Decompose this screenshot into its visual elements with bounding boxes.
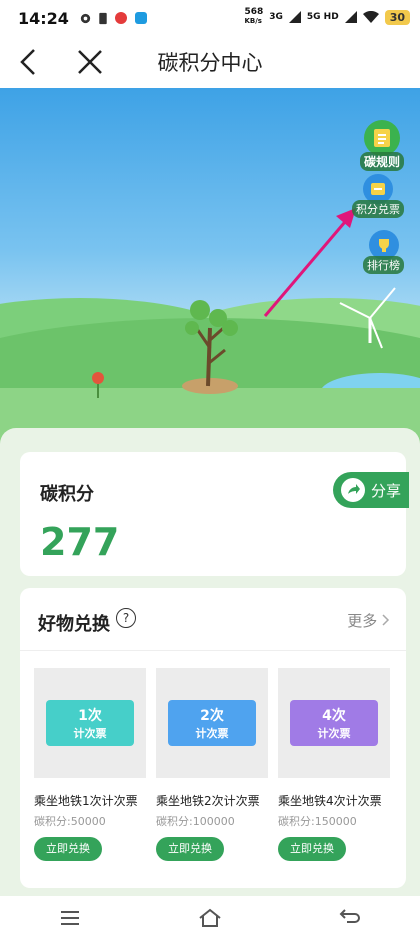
- system-nav-bar: [0, 896, 420, 940]
- home-button[interactable]: [190, 902, 230, 934]
- goods-points: 碳积分:50000: [34, 815, 106, 828]
- status-icons: [79, 11, 148, 25]
- close-button[interactable]: [66, 38, 114, 86]
- chevron-right-icon: [382, 614, 390, 626]
- goods-thumbnail: 1次 计次票: [34, 668, 146, 778]
- exchange-label: 积分兑票: [352, 200, 404, 218]
- back-icon: [20, 49, 35, 75]
- goods-points: 碳积分:100000: [156, 815, 235, 828]
- ranking-icon: [378, 239, 389, 252]
- exchange-icon: [371, 183, 385, 195]
- landscape-illustration: [0, 208, 420, 448]
- net-speed-unit: KB/s: [244, 17, 262, 25]
- rules-icon: [373, 129, 390, 147]
- home-icon: [199, 908, 221, 927]
- points-title: 碳积分: [40, 484, 94, 505]
- ticket-type: 计次票: [73, 727, 107, 740]
- app-browser-icon: [134, 12, 147, 24]
- sim-icon: [99, 12, 107, 24]
- ticket-count: 1次: [78, 708, 102, 724]
- net-speed-value: 568: [244, 7, 264, 17]
- battery-indicator: 30: [384, 9, 410, 25]
- signal-3g: 3G: [269, 12, 283, 22]
- ticket-count: 4次: [322, 708, 346, 724]
- points-value: 277: [40, 520, 120, 564]
- signal-bars-icon: [288, 11, 301, 23]
- hero-scene: 碳规则 积分兑票 排行榜: [0, 88, 420, 448]
- more-label: 更多: [347, 612, 378, 630]
- help-icon[interactable]: ?: [116, 608, 136, 628]
- goods-name: 乘坐地铁4次计次票: [278, 794, 382, 808]
- gear-icon: [80, 13, 91, 23]
- back-nav-icon: [339, 909, 360, 923]
- ticket-image: 1次 计次票: [46, 700, 134, 746]
- goods-name: 乘坐地铁2次计次票: [156, 794, 260, 808]
- rules-button[interactable]: 碳规则: [359, 120, 404, 171]
- goods-name: 乘坐地铁1次计次票: [34, 794, 138, 808]
- status-bar: 14:24 568 KB/s 3G 5G HD 30: [0, 0, 420, 36]
- goods-exchange-card: 好物兑换 ? 更多 1次 计次票 乘坐地铁1次计次票 碳积分:50000 立即兑…: [20, 588, 406, 888]
- carbon-points-card: 碳积分 277 分享: [20, 452, 409, 576]
- divider: [20, 650, 406, 651]
- ranking-label: 排行榜: [363, 256, 404, 274]
- goods-list: 1次 计次票 乘坐地铁1次计次票 碳积分:50000 立即兑换 2次 计次票 乘…: [34, 668, 392, 861]
- back-button[interactable]: [4, 38, 52, 86]
- goods-item[interactable]: 1次 计次票 乘坐地铁1次计次票 碳积分:50000 立即兑换: [34, 668, 148, 861]
- share-icon: [341, 478, 365, 502]
- goods-thumbnail: 2次 计次票: [156, 668, 268, 778]
- share-button[interactable]: 分享: [333, 472, 409, 508]
- status-right: 568 KB/s 3G 5G HD 30: [244, 8, 410, 26]
- share-label: 分享: [371, 481, 402, 500]
- goods-points: 碳积分:150000: [278, 815, 357, 828]
- redeem-button[interactable]: 立即兑换: [34, 837, 102, 861]
- app-weibo-icon: [114, 12, 127, 24]
- ranking-button[interactable]: 排行榜: [363, 230, 404, 274]
- signal-bars-icon: [344, 11, 357, 23]
- redeem-button[interactable]: 立即兑换: [156, 837, 224, 861]
- back-nav-button[interactable]: [330, 902, 370, 934]
- goods-item[interactable]: 2次 计次票 乘坐地铁2次计次票 碳积分:100000 立即兑换: [156, 668, 270, 861]
- redeem-button[interactable]: 立即兑换: [278, 837, 346, 861]
- more-link[interactable]: 更多: [347, 610, 390, 631]
- ticket-type: 计次票: [317, 727, 351, 740]
- wifi-icon: [362, 11, 379, 23]
- close-icon: [78, 50, 102, 74]
- goods-thumbnail: 4次 计次票: [278, 668, 390, 778]
- rules-label: 碳规则: [359, 152, 404, 171]
- exchange-tickets-button[interactable]: 积分兑票: [352, 174, 404, 218]
- page-title: 碳积分中心: [157, 51, 263, 75]
- status-time: 14:24: [18, 8, 69, 28]
- goods-item[interactable]: 4次 计次票 乘坐地铁4次计次票 碳积分:150000 立即兑换: [278, 668, 392, 861]
- signal-5g: 5G HD: [306, 12, 339, 22]
- menu-button[interactable]: [50, 902, 90, 934]
- nav-bar: 碳积分中心: [0, 36, 420, 88]
- exchange-title: 好物兑换: [38, 614, 110, 635]
- ticket-type: 计次票: [195, 727, 229, 740]
- ticket-image: 2次 计次票: [168, 700, 256, 746]
- menu-icon: [61, 911, 79, 925]
- ticket-image: 4次 计次票: [290, 700, 378, 746]
- ticket-count: 2次: [200, 708, 224, 724]
